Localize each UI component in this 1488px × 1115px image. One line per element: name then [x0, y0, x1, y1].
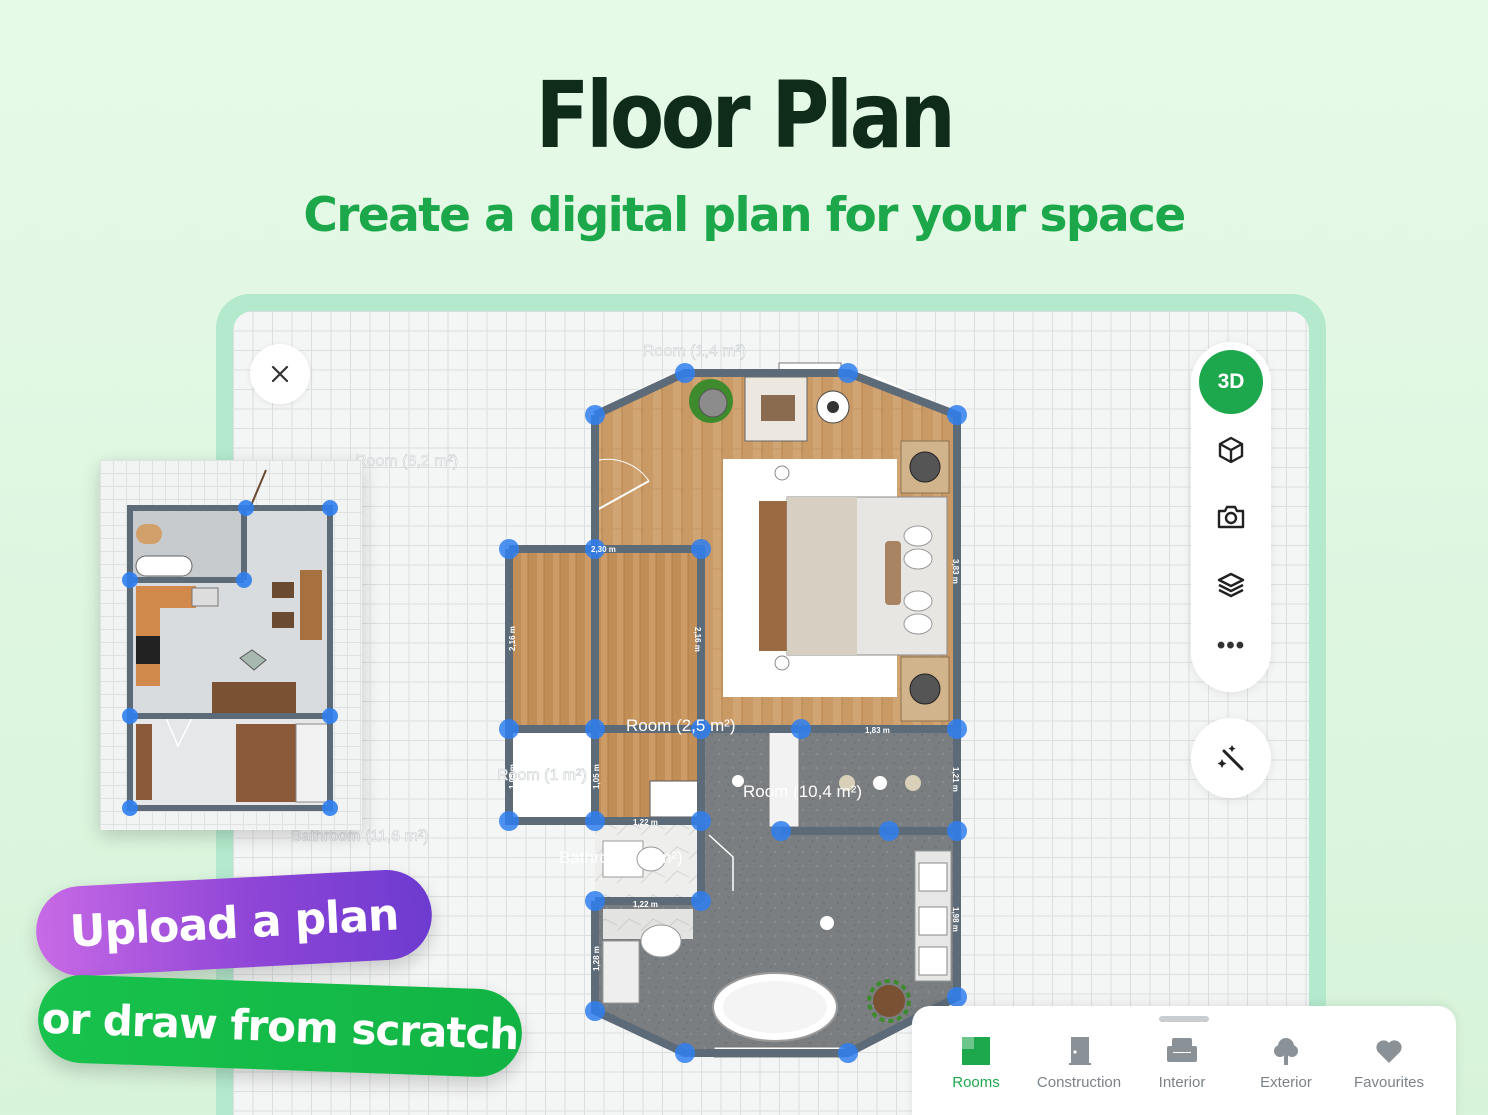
tab-label: Favourites [1353, 1074, 1425, 1091]
tab-label: Construction [1036, 1074, 1122, 1091]
close-icon [271, 365, 289, 383]
dim-label: 1,05 m [508, 764, 517, 789]
rooms-icon [962, 1037, 990, 1065]
cube-icon[interactable] [1215, 434, 1247, 466]
dim-label: 1,21 m [951, 767, 960, 792]
bed-runner [759, 501, 787, 651]
dim-label: 1,05 m [592, 764, 601, 789]
label-room-bath-right: Room (10,4 m²) [743, 782, 862, 801]
magic-wand-icon [1217, 745, 1244, 771]
tab-favourites[interactable]: Favourites [1337, 1036, 1441, 1091]
page-headline: Floor Plan [535, 62, 956, 169]
dim-label: 2,16 m [693, 627, 702, 652]
tab-interior[interactable]: Interior [1130, 1036, 1234, 1091]
label-room-center: Room (2,5 m²) [626, 716, 736, 735]
label-room-left: Room (6,2 m²) [355, 453, 458, 470]
tab-label: Rooms [952, 1074, 1000, 1091]
dim-label: 1,83 m [865, 726, 890, 735]
label-room-top: Room (1,4 m²) [643, 343, 746, 360]
dim-label: 1,98 m [951, 907, 960, 932]
page-subheadline: Create a digital plan for your space [303, 188, 1186, 243]
heart-icon [1376, 1040, 1402, 1063]
dim-label: 1,22 m [633, 900, 658, 909]
tab-exterior[interactable]: Exterior [1234, 1036, 1338, 1091]
3d-view-button[interactable]: 3D [1199, 350, 1263, 414]
dim-label: 2,16 m [508, 626, 517, 651]
draw-from-scratch-button[interactable]: or draw from scratch [36, 973, 524, 1079]
uploaded-plan-thumbnail[interactable] [100, 460, 362, 830]
label-bath-small: Bathroom (1 m²) [559, 848, 683, 867]
left-room-floor [509, 549, 701, 729]
more-options-button[interactable]: ••• [1191, 632, 1271, 660]
sheet-drag-handle[interactable] [1159, 1016, 1209, 1022]
armchair-icon [1167, 1038, 1197, 1062]
tab-rooms[interactable]: Rooms [924, 1036, 1028, 1091]
tab-label: Interior [1158, 1074, 1206, 1091]
magic-wand-button[interactable] [1191, 718, 1271, 798]
door-icon [1069, 1037, 1091, 1065]
dim-label: 1,28 m [592, 946, 601, 971]
view-toolbar: 3D ••• [1191, 342, 1271, 692]
layers-icon[interactable] [1215, 569, 1247, 601]
tab-construction[interactable]: Construction [1027, 1036, 1131, 1091]
uploaded-plan-drawing [122, 469, 338, 816]
dim-label: 1,22 m [633, 818, 658, 827]
tab-label: Exterior [1260, 1074, 1312, 1091]
label-bathroom: Bathroom (11,6 m²) [291, 828, 429, 845]
bed-blanket [787, 497, 857, 655]
camera-icon[interactable] [1215, 501, 1247, 533]
close-button[interactable] [250, 344, 310, 404]
catalog-bottom-sheet: Rooms Construction Interior Exterior Fav… [912, 1006, 1456, 1115]
tree-icon [1274, 1038, 1298, 1065]
dim-label: 2,30 m [591, 545, 616, 554]
dim-label: 3,83 m [951, 559, 960, 584]
